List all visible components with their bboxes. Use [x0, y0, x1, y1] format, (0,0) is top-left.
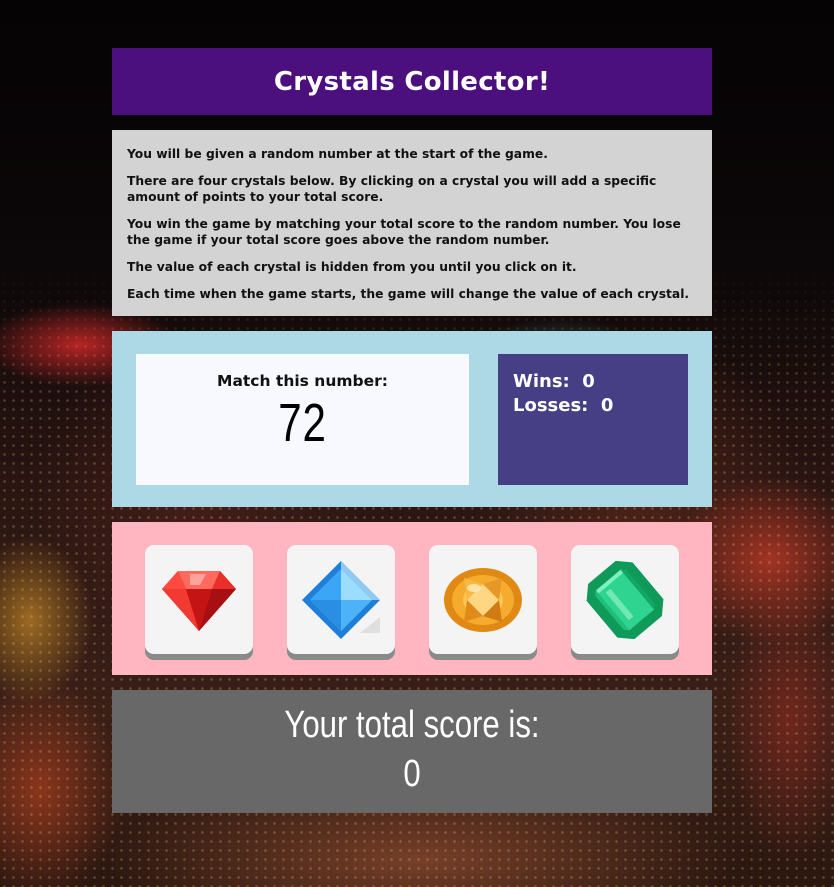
instructions-panel: You will be given a random number at the… [112, 130, 712, 316]
instruction-line: The value of each crystal is hidden from… [127, 260, 577, 274]
blue-diamond-icon [302, 560, 380, 639]
page-title: Crystals Collector! [273, 66, 551, 97]
crystal-button-blue[interactable] [287, 545, 395, 654]
target-label: Match this number: [217, 372, 388, 390]
wins-counter: Wins: 0 [513, 371, 595, 392]
red-ruby-icon [162, 570, 236, 631]
green-emerald-icon [586, 560, 664, 639]
crystal-button-green[interactable] [571, 545, 679, 654]
total-score-value: 0 [403, 753, 421, 795]
losses-counter: Losses: 0 [513, 395, 614, 416]
target-number: 72 [278, 393, 327, 453]
title-banner: Crystals Collector! [112, 48, 712, 115]
scoreboard-panel: Match this number: 72 Wins: 0 Losses: 0 [112, 331, 712, 507]
instruction-line: You will be given a random number at the… [127, 147, 548, 161]
crystals-panel [112, 522, 712, 675]
total-score-label: Your total score is: [284, 704, 540, 746]
crystal-button-red[interactable] [145, 545, 253, 654]
orange-topaz-icon [444, 567, 522, 632]
instruction-line: You win the game by matching your total … [127, 217, 681, 247]
game-container: Crystals Collector! You will be given a … [112, 48, 712, 813]
instruction-line: There are four crystals below. By clicki… [127, 174, 657, 204]
total-score-panel: Your total score is: 0 [112, 690, 712, 813]
win-loss-box: Wins: 0 Losses: 0 [498, 354, 688, 485]
target-number-box: Match this number: 72 [136, 354, 469, 485]
instruction-line: Each time when the game starts, the game… [127, 287, 690, 301]
crystal-button-orange[interactable] [429, 545, 537, 654]
